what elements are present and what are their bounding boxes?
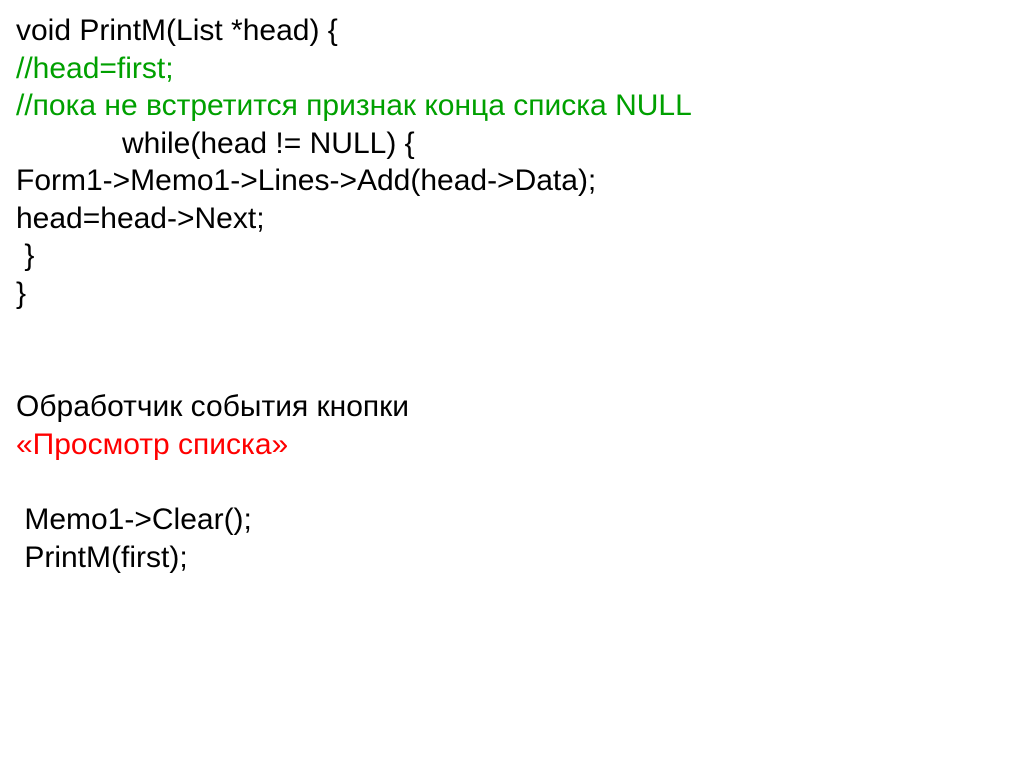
code-line-1: void PrintM(List *head) { — [16, 12, 1008, 50]
code-line-3-comment: //пока не встретится признак конца списк… — [16, 87, 1008, 125]
handler-title-red: «Просмотр списка» — [16, 426, 1008, 464]
code-line-6: head=head->Next; — [16, 200, 1008, 238]
blank-spacer — [16, 312, 1008, 388]
blank-spacer-2 — [16, 463, 1008, 501]
code-line-2-comment: //head=first; — [16, 50, 1008, 88]
code-line-5: Form1->Memo1->Lines->Add(head->Data); — [16, 162, 1008, 200]
handler-call-1: Memo1->Clear(); — [16, 501, 1008, 539]
code-line-8: } — [16, 275, 1008, 313]
handler-title-black: Обработчик события кнопки — [16, 388, 1008, 426]
handler-call-2: PrintM(first); — [16, 539, 1008, 577]
code-line-7: } — [16, 237, 1008, 275]
code-line-4: while(head != NULL) { — [16, 125, 1008, 163]
